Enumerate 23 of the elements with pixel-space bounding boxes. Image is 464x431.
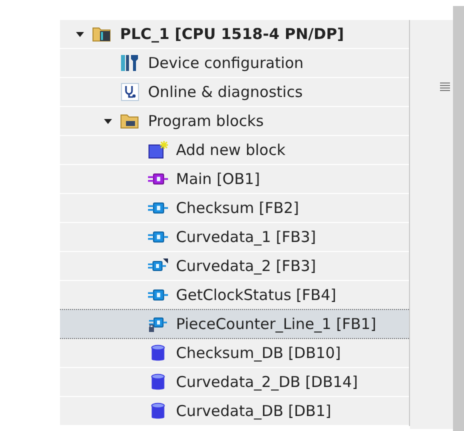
expand-arrow-icon[interactable]: [75, 29, 85, 39]
scrollbar[interactable]: [453, 6, 464, 431]
tree-item[interactable]: Curvedata_DB [DB1]: [60, 396, 409, 426]
tree-item[interactable]: Main [OB1]: [60, 164, 409, 194]
tree-item[interactable]: PLC_1 [CPU 1518-4 PN/DP]: [60, 19, 409, 49]
expand-arrow-icon[interactable]: [103, 116, 113, 126]
locked-block-icon: [148, 315, 168, 333]
folder-icon: [120, 112, 140, 130]
stethoscope-icon: [120, 83, 140, 101]
tree-item[interactable]: Add new block: [60, 135, 409, 165]
tree-item[interactable]: Curvedata_1 [FB3]: [60, 222, 409, 252]
tree-item[interactable]: Program blocks: [60, 106, 409, 136]
device-tool-icon: [120, 54, 140, 72]
add-block-icon: [148, 141, 168, 159]
tree-item[interactable]: Curvedata_2_DB [DB14]: [60, 367, 409, 397]
tree-item[interactable]: Curvedata_2 [FB3]: [60, 251, 409, 281]
tree-item[interactable]: Checksum_DB [DB10]: [60, 338, 409, 368]
tree-item[interactable]: Device configuration: [60, 48, 409, 78]
folder-icon: [92, 25, 112, 43]
menu-icon[interactable]: [440, 82, 450, 91]
tree-item[interactable]: PieceCounter_Line_1 [FB1]: [60, 309, 409, 339]
tree-item[interactable]: Online & diagnostics: [60, 77, 409, 107]
tree-item[interactable]: Checksum [FB2]: [60, 193, 409, 223]
